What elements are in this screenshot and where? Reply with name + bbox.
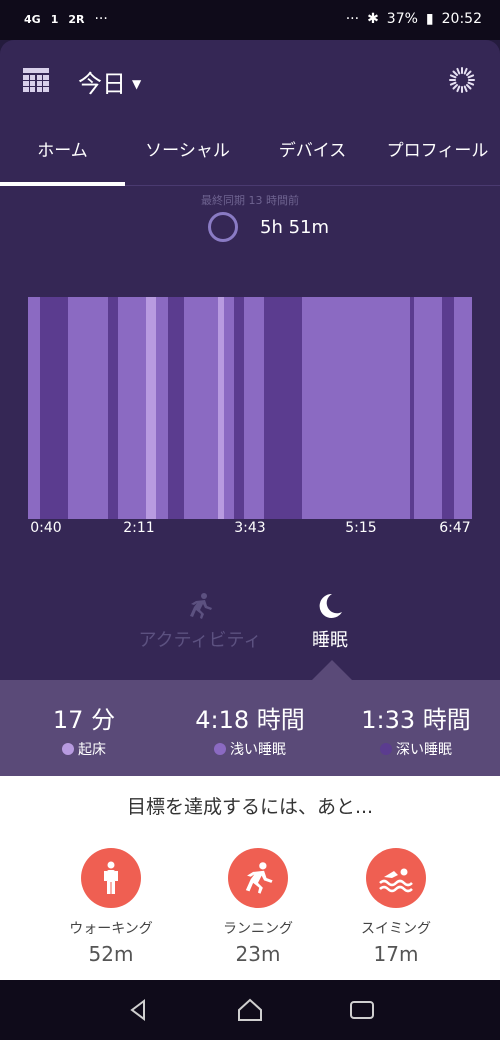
sleep-stage-light (224, 297, 234, 519)
sleep-stage-light (156, 297, 168, 519)
walk-icon (81, 848, 141, 908)
x-tick-label: 6:47 (439, 520, 471, 536)
stat-awake: 17 分 起床 (14, 700, 154, 759)
mode-sleep-label: 睡眠 (312, 630, 348, 651)
caret-down-icon: ▼ (132, 76, 142, 91)
goal-running-value: 23m (235, 942, 281, 966)
main-tabs: ホーム ソーシャル デバイス プロフィール (0, 122, 500, 186)
sleep-stage-light (28, 297, 40, 519)
bluetooth-icon: ✱ (367, 11, 379, 27)
sleep-stage-deep (234, 297, 244, 519)
mode-activity[interactable]: アクティビティ (130, 592, 270, 652)
stat-deep-label: 深い睡眠 (396, 742, 452, 758)
home-icon[interactable] (236, 996, 264, 1024)
sleep-stage-light (184, 297, 218, 519)
battery-icon: ▮ (425, 11, 434, 27)
sleep-stage-light (244, 297, 264, 519)
deep-dot-icon (380, 743, 392, 755)
sleep-duration-row: 5h 51m (0, 210, 500, 246)
sleep-stage-light (454, 297, 472, 519)
sleep-stage-light (302, 297, 410, 519)
tab-social[interactable]: ソーシャル (125, 122, 250, 185)
sleep-stage-light (118, 297, 146, 519)
tab-devices[interactable]: デバイス (250, 122, 375, 185)
last-sync-text: 最終同期 13 時間前 (201, 194, 299, 207)
goal-swimming-label: スイミング (361, 921, 431, 937)
back-icon[interactable] (124, 996, 152, 1024)
swim-icon (366, 848, 426, 908)
tab-profile[interactable]: プロフィール (375, 122, 500, 185)
sleep-stage-light (414, 297, 442, 519)
mode-sleep[interactable]: 睡眠 (290, 592, 370, 652)
sync-icon[interactable] (448, 66, 476, 94)
sleep-progress-ring (208, 212, 238, 242)
battery-percent: 37% (386, 11, 418, 27)
network-type-icon: 4G (24, 12, 41, 26)
stat-deep-value: 1:33 時間 (361, 706, 471, 734)
chart-x-axis: 0:40 2:11 3:43 5:15 6:47 (0, 520, 500, 540)
stat-light-value: 4:18 時間 (195, 706, 305, 734)
sleep-stage-awake (146, 297, 156, 519)
goal-walking[interactable]: ウォーキング 52m (41, 848, 181, 966)
running-icon (130, 592, 270, 622)
x-tick-label: 0:40 (30, 520, 62, 536)
goal-walking-value: 52m (88, 942, 134, 966)
sleep-stats-panel: 17 分 起床 4:18 時間 浅い睡眠 1:33 時間 深い睡眠 (0, 680, 500, 776)
x-tick-label: 5:15 (345, 520, 377, 536)
mode-switch: アクティビティ 睡眠 (0, 592, 500, 662)
clock: 20:52 (441, 11, 482, 27)
sleep-stage-deep (40, 297, 68, 519)
sleep-stage-light (68, 297, 108, 519)
sleep-stage-deep (108, 297, 118, 519)
selection-pointer (312, 660, 352, 680)
light-dot-icon (214, 743, 226, 755)
moon-icon (290, 592, 370, 622)
stat-awake-value: 17 分 (52, 706, 116, 734)
sleep-stage-deep (168, 297, 184, 519)
stat-awake-label: 起床 (78, 742, 106, 758)
stat-light: 4:18 時間 浅い睡眠 (180, 700, 320, 759)
sleep-stage-deep (442, 297, 454, 519)
goal-swimming[interactable]: スイミング 17m (326, 848, 466, 966)
goal-swimming-value: 17m (373, 942, 419, 966)
notification-overflow-icon: ··· (94, 11, 108, 27)
stat-deep: 1:33 時間 深い睡眠 (346, 700, 486, 759)
sleep-stage-chart[interactable] (28, 297, 472, 519)
x-tick-label: 3:43 (234, 520, 266, 536)
mode-activity-label: アクティビティ (138, 630, 262, 651)
top-bar: 今日 ▼ (0, 40, 500, 122)
app-screen: 今日 ▼ ホーム ソーシャル デバイス プロフィール 最終同期 13 時間前 5… (0, 40, 500, 980)
system-nav-bar (0, 980, 500, 1040)
awake-dot-icon (62, 743, 74, 755)
stat-light-label: 浅い睡眠 (230, 742, 286, 758)
calendar-icon[interactable] (22, 66, 50, 94)
goal-running[interactable]: ランニング 23m (188, 848, 328, 966)
goal-running-label: ランニング (223, 921, 293, 937)
status-overflow-icon: ··· (345, 11, 360, 27)
sleep-duration: 5h 51m (260, 217, 330, 238)
tab-home[interactable]: ホーム (0, 122, 125, 186)
page-title: 今日 (78, 70, 126, 98)
sim2-signal-icon: 2R (68, 12, 85, 26)
sim1-signal-icon: 1 (50, 12, 59, 26)
date-selector[interactable]: 今日 ▼ (78, 64, 141, 99)
goals-title: 目標を達成するには、あと... (126, 796, 374, 818)
status-bar: 4G 1 2R ··· ··· ✱ 37% ▮ 20:52 (0, 0, 500, 40)
goal-walking-label: ウォーキング (69, 921, 153, 937)
x-tick-label: 2:11 (123, 520, 155, 536)
recents-icon[interactable] (348, 996, 376, 1024)
goals-card: 目標を達成するには、あと... ウォーキング 52m ランニング 23m スイミ… (0, 776, 500, 980)
run-icon (228, 848, 288, 908)
sleep-stage-deep (264, 297, 302, 519)
